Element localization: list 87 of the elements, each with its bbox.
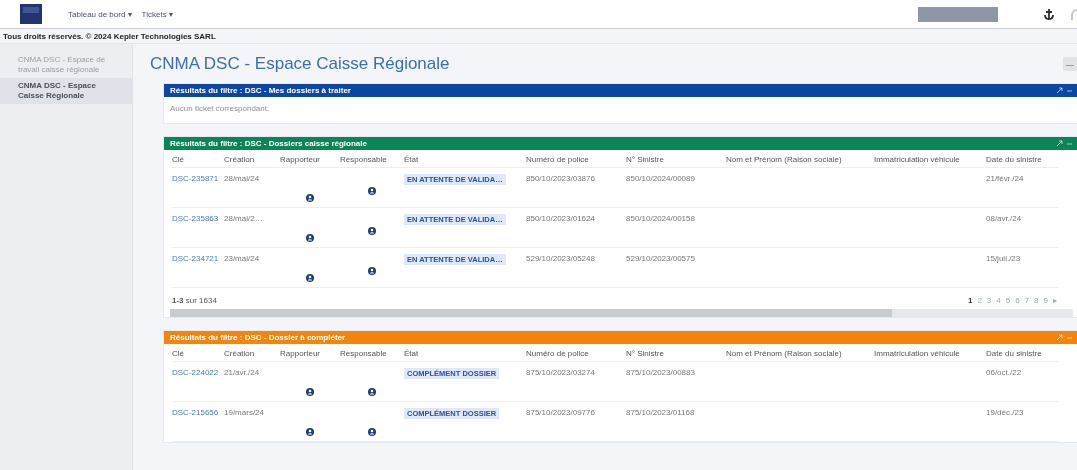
logo-icon	[20, 4, 42, 24]
table-cell: 19/mars/24	[224, 402, 280, 442]
table-cell: 875/10/2023/00883	[626, 362, 726, 402]
page-link[interactable]: 4	[996, 296, 1001, 305]
expand-icon[interactable]	[1056, 87, 1063, 94]
anchor-icon[interactable]	[1042, 7, 1056, 21]
avatar-icon	[306, 194, 314, 202]
page-link[interactable]: 9	[1043, 296, 1048, 305]
table-cell: 28/mai/24	[224, 168, 280, 208]
column-header: Nom et Prénom (Raison sociale)	[726, 150, 874, 168]
page-link[interactable]: 8	[1034, 296, 1039, 305]
table-cell: 875/10/2023/03274	[526, 362, 626, 402]
minimize-icon[interactable]	[1066, 334, 1073, 341]
menu-dropdown[interactable]: Tickets ▾	[141, 9, 173, 19]
horizontal-scrollbar[interactable]	[170, 309, 1073, 317]
avatar-icon	[306, 274, 314, 282]
avatar-icon	[368, 226, 376, 235]
column-header: Nom et Prénom (Raison sociale)	[726, 344, 874, 362]
column-header: Création	[224, 150, 280, 168]
table-cell: 23/mai/24	[224, 248, 280, 288]
column-header: Clé	[172, 150, 224, 168]
table-cell: 28/mai/2…	[224, 208, 280, 248]
page-link[interactable]: 6	[1015, 296, 1020, 305]
table-cell: 875/10/2023/09776	[526, 402, 626, 442]
page-link[interactable]: 1	[967, 296, 973, 305]
avatar-icon	[368, 266, 376, 275]
sidebar-item[interactable]: CNMA DSC - Espace Caisse Régionale	[0, 78, 132, 104]
avatar-icon	[368, 428, 376, 436]
table-cell: 850/10/2023/03876	[526, 168, 626, 208]
table-cell: 850/10/2024/00089	[626, 168, 726, 208]
table-cell: 529/10/2023/00575	[626, 248, 726, 288]
avatar-icon	[306, 234, 314, 242]
ticket-link[interactable]: DSC-235863	[172, 214, 219, 223]
column-header: Date du sinistre	[986, 150, 1058, 168]
ticket-link[interactable]: DSC-235871	[172, 174, 219, 183]
expand-icon[interactable]	[1056, 140, 1063, 147]
refresh-icon[interactable]	[1068, 7, 1077, 21]
empty-message: Aucun ticket correspondant.	[169, 103, 271, 115]
column-header: Numéro de police	[526, 150, 626, 168]
table-cell: 850/10/2024/00158	[626, 208, 726, 248]
table-cell: 529/10/2023/05248	[526, 248, 626, 288]
table-cell: 21/févr./24	[986, 168, 1058, 208]
pagination-range: 1-3 sur 1634	[172, 296, 218, 305]
page-link[interactable]: 7	[1024, 296, 1030, 305]
column-header: Rapporteur	[280, 344, 340, 362]
page-link[interactable]: 3	[986, 296, 992, 305]
ticket-link[interactable]: DSC-224022	[172, 368, 219, 377]
column-header: Création	[224, 344, 280, 362]
column-header: État	[404, 344, 526, 362]
page-link[interactable]: 5	[1005, 296, 1011, 305]
table-cell: 875/10/2023/01168	[626, 402, 726, 442]
sidebar-item[interactable]: CNMA DSC - Espace de travail caisse régionale	[0, 52, 132, 78]
minimize-icon[interactable]	[1066, 140, 1073, 147]
column-header: Clé	[172, 344, 224, 362]
menu-dropdown[interactable]: Tableau de bord ▾	[68, 9, 132, 19]
table-cell: 850/10/2023/01624	[526, 208, 626, 248]
column-header: Numéro de police	[526, 344, 626, 362]
column-header: Immatriculation véhicule	[874, 150, 986, 168]
copyright-text: Tous droits réservés. © 2024 Kepler Technologies SARL	[3, 31, 216, 41]
avatar-icon	[306, 428, 314, 436]
column-header: Responsable	[340, 150, 404, 168]
panel-title: Résultats du filtre : DSC - Dossier à compléter	[170, 333, 347, 342]
table-cell: 19/déc./23	[986, 402, 1058, 442]
panel-title: Résultats du filtre : DSC - Dossiers caisse régionale	[170, 139, 368, 148]
page-title: CNMA DSC - Espace Caisse Régionale	[150, 54, 451, 74]
column-header: Rapporteur	[280, 150, 340, 168]
column-header: N° Sinistre	[626, 150, 726, 168]
column-header: Immatriculation véhicule	[874, 344, 986, 362]
column-header: État	[404, 150, 526, 168]
table-cell: 08/avr./24	[986, 208, 1058, 248]
avatar-icon	[306, 388, 314, 396]
page-link[interactable]: 2	[977, 296, 982, 305]
search-field[interactable]	[918, 6, 998, 22]
table-cell: 15/juil./23	[986, 248, 1058, 288]
column-header: Responsable	[340, 344, 404, 362]
page-link[interactable]: ▸	[1053, 296, 1057, 305]
ticket-link[interactable]: DSC-215656	[172, 408, 219, 417]
minimize-icon[interactable]	[1066, 87, 1073, 94]
panel-title: Résultats du filtre : DSC - Mes dossiers à traiter	[170, 86, 352, 95]
collapse-button[interactable]: —	[1063, 57, 1077, 71]
avatar-icon	[368, 388, 376, 396]
column-header: Date du sinistre	[986, 344, 1058, 362]
table-cell: 21/avr./24	[224, 362, 280, 402]
column-header: N° Sinistre	[626, 344, 726, 362]
avatar-icon	[368, 186, 376, 195]
ticket-link[interactable]: DSC-234721	[172, 254, 219, 263]
table-cell: 06/oct./22	[986, 362, 1058, 402]
